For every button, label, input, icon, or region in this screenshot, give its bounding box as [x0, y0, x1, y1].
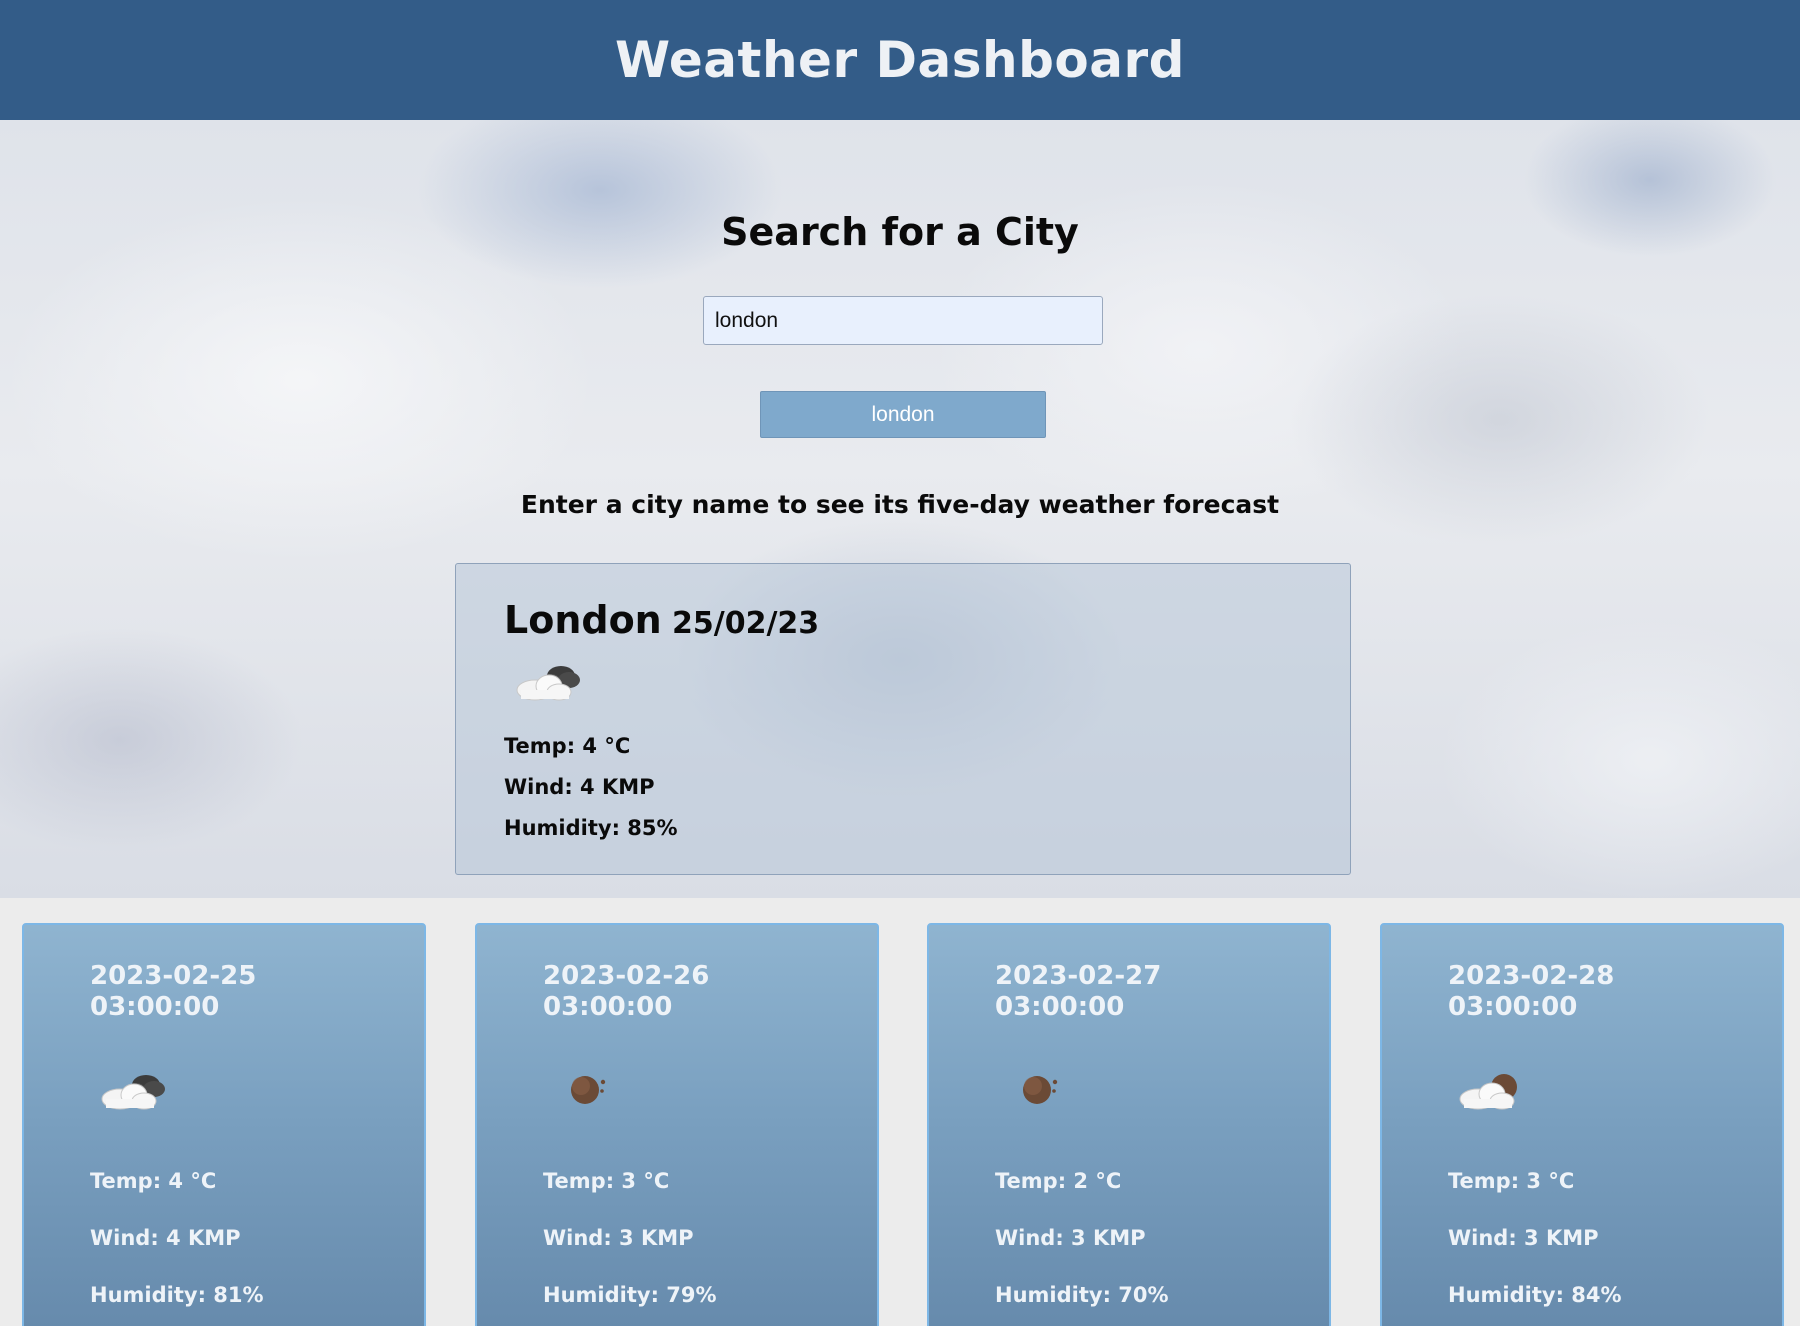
current-temp: Temp: 4 °C: [504, 734, 631, 758]
forecast-temp: Temp: 3 °C: [1448, 1169, 1575, 1193]
forecast-date-day: 2023-02-27: [995, 961, 1162, 991]
forecast-date: 2023-02-25 03:00:00: [90, 961, 390, 1023]
current-weather-card: London 25/02/23 Temp: 4 °C Wind: 4 KMP H…: [455, 563, 1351, 875]
forecast-card: 2023-02-28 03:00:00 Temp: 3 °C Wind: 3 K…: [1380, 923, 1784, 1326]
forecast-date: 2023-02-26 03:00:00: [543, 961, 843, 1023]
forecast-humidity: Humidity: 81%: [90, 1283, 264, 1307]
city-search-input[interactable]: [703, 296, 1103, 345]
forecast-date-time: 03:00:00: [995, 992, 1125, 1022]
forecast-temp: Temp: 3 °C: [543, 1169, 670, 1193]
forecast-wind: Wind: 3 KMP: [1448, 1226, 1599, 1250]
forecast-date-time: 03:00:00: [90, 992, 220, 1022]
search-heading: Search for a City: [721, 210, 1079, 254]
forecast-date-day: 2023-02-26: [543, 961, 710, 991]
forecast-date-time: 03:00:00: [1448, 992, 1578, 1022]
forecast-wind: Wind: 3 KMP: [543, 1226, 694, 1250]
search-history-button[interactable]: london: [760, 391, 1046, 438]
forecast-humidity: Humidity: 79%: [543, 1283, 717, 1307]
current-wind: Wind: 4 KMP: [504, 775, 655, 799]
forecast-date-time: 03:00:00: [543, 992, 673, 1022]
forecast-date: 2023-02-28 03:00:00: [1448, 961, 1748, 1023]
search-hint: Enter a city name to see its five-day we…: [520, 490, 1280, 519]
forecast-card: 2023-02-25 03:00:00 Temp: 4 °C Wind: 4 K…: [22, 923, 426, 1326]
app-header: Weather Dashboard: [0, 0, 1800, 120]
forecast-card: 2023-02-26 03:00:00 Temp: 3 °C Wind: 3 K…: [475, 923, 879, 1326]
forecast-temp: Temp: 4 °C: [90, 1169, 217, 1193]
forecast-humidity: Humidity: 84%: [1448, 1283, 1622, 1307]
clear-night-icon: [557, 1065, 637, 1115]
broken-clouds-icon: [94, 1065, 174, 1115]
forecast-temp: Temp: 2 °C: [995, 1169, 1122, 1193]
broken-clouds-icon: [509, 656, 589, 706]
current-city-name: London: [504, 598, 662, 642]
forecast-wind: Wind: 4 KMP: [90, 1226, 241, 1250]
current-date: 25/02/23: [672, 606, 820, 641]
few-clouds-night-icon: [1452, 1065, 1532, 1115]
clear-night-icon: [1009, 1065, 1089, 1115]
app-title: Weather Dashboard: [615, 31, 1185, 89]
forecast-wind: Wind: 3 KMP: [995, 1226, 1146, 1250]
forecast-card: 2023-02-27 03:00:00 Temp: 2 °C Wind: 3 K…: [927, 923, 1331, 1326]
forecast-humidity: Humidity: 70%: [995, 1283, 1169, 1307]
forecast-date-day: 2023-02-28: [1448, 961, 1615, 991]
current-humidity: Humidity: 85%: [504, 816, 678, 840]
forecast-date: 2023-02-27 03:00:00: [995, 961, 1295, 1023]
forecast-date-day: 2023-02-25: [90, 961, 257, 991]
